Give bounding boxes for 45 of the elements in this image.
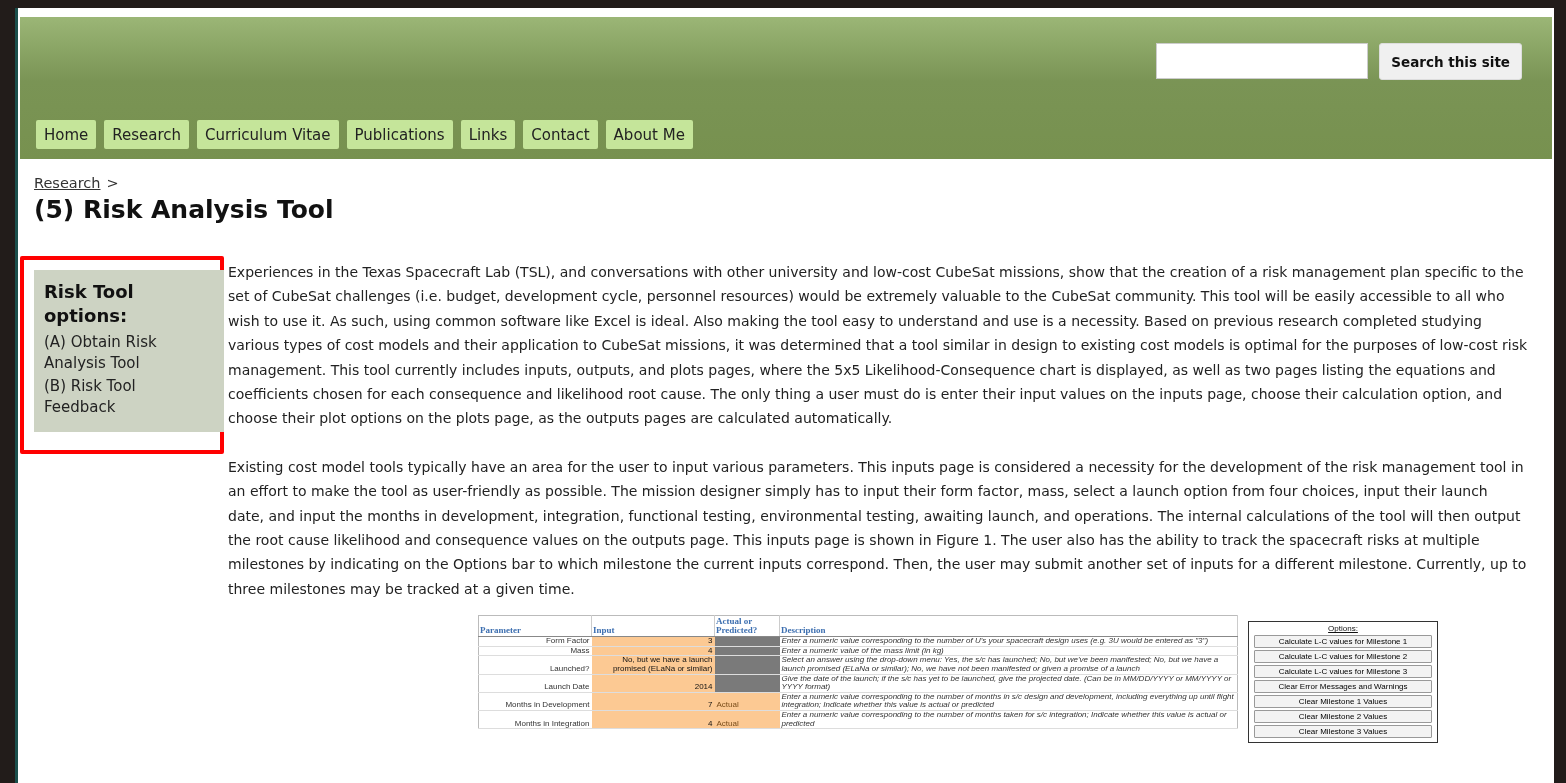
body-paragraph: Experiences in the Texas Spacecraft Lab (TSL), and conversations with other university and low-cost CubeSat missions, show that the creation of a risk management plan specific to the set of CubeSat challenges (i.e. budget, development cycle, personnel resources) would be extremely valuable to the CubeSat community. This tool will be easily accessible to all who wish to use it. As such, using common software like Excel is ideal. Also making the tool easy to understand and use is a necessity. Based on previous research completed studying various types of cost models and their application to CubeSat missions, it was determined that a tool similar in design to existing cost models is optimal for the purposes of low-cost risk management. This tool currently includes inputs, outputs, and plots pages, where the 5x5 Likelihood-Consequence chart is displayed, as well as two pages listing the equations and coefficients chosen for each consequence and likelihood root cause. The only thing a user must do is enter their input values on the inputs page, choose their calculation option, and choose their plot options on the plots page, as the outputs pages are calculated automatically. <box>228 263 1528 429</box>
nav-tab[interactable]: Links <box>460 120 516 149</box>
table-cell: Enter a numeric value of the mass limit (in kg) <box>779 646 1238 656</box>
table-cell: Months in Development <box>478 692 592 711</box>
column-header: Input <box>591 615 715 637</box>
sidebar-link[interactable]: (B) Risk Tool Feedback <box>44 376 188 418</box>
option-button[interactable]: Calculate L-C values for Milestone 1 <box>1254 635 1432 649</box>
search-field[interactable] <box>1156 43 1369 79</box>
option-button[interactable]: Calculate L-C values for Milestone 2 <box>1254 650 1432 664</box>
option-button[interactable]: Clear Milestone 1 Values <box>1254 695 1432 709</box>
table-cell: 3 <box>591 636 715 647</box>
table-cell: Select an answer using the drop-down menu: Yes, the s/c has launched; No, but we've been manifested; No, but we have a launch promised (ELaNa or similar); No, we have not been manifested or given a promise of a launch <box>779 655 1238 675</box>
breadcrumb-link[interactable]: Research <box>34 175 101 191</box>
column-header: Description <box>779 615 1238 637</box>
table-cell: 4 <box>591 646 715 656</box>
nav-tab[interactable]: Research <box>104 120 190 149</box>
disabled-cell <box>714 636 780 647</box>
sidebar-heading: Risk Tool options: <box>44 280 135 328</box>
table-cell: Launch Date <box>478 674 592 693</box>
table-cell: Give the date of the launch; if the s/c has yet to be launched, give the projected date. (Can be in MM/DD/YYYY or MM/YYYY or YYYY format) <box>779 674 1238 693</box>
table-cell: Enter a numeric value corresponding to the number of months taken for s/c integration; Indicate whether this value is actual or predicted <box>779 710 1238 729</box>
sidebar-link[interactable]: (A) Obtain Risk Analysis Tool <box>44 332 188 374</box>
table-cell: Enter a numeric value corresponding to the number of months in s/c design and development, including everything up until flight integration; Indicate whether this value is actual or predicted <box>779 692 1238 711</box>
body-paragraph: Existing cost model tools typically have an area for the user to input various parameters. This inputs page is considered a necessity for the development of the risk management tool in an effort to make the tool as user-friendly as possible. The mission designer simply has to input their form factor, mass, select a launch option from four choices, input their launch date, and input the months in development, integration, functional testing, environmental testing, awaiting launch, and operations. The internal calculations of the tool will then output the root cause likelihood and consequence values on the outputs page. This inputs page is shown in Figure 1. The user also has the ability to track the spacecraft risks at multiple milestones by indicating on the Options bar to which milestone the current inputs correspond. Then, the user may submit another set of inputs for a different milestone. Currently, up to three milestones may be tracked at a given time. <box>228 457 1528 599</box>
nav-tab[interactable]: Home <box>36 120 97 149</box>
nav-tab[interactable]: Curriculum Vitae <box>197 120 339 149</box>
page-title: (5) Risk Analysis Tool <box>34 195 335 224</box>
option-button[interactable]: Clear Milestone 2 Values <box>1254 710 1432 724</box>
nav-tab[interactable]: Contact <box>523 120 598 149</box>
disabled-cell <box>714 646 780 656</box>
nav-tab[interactable]: About Me <box>605 120 693 149</box>
column-header: Parameter <box>478 615 592 637</box>
options-title: Options: <box>1327 624 1359 634</box>
option-button[interactable]: Clear Milestone 3 Values <box>1254 725 1432 739</box>
table-cell: Enter a numeric value corresponding to the number of U's your spacecraft design uses (e.g. 3U would be entered as "3") <box>779 636 1238 647</box>
option-button[interactable]: Calculate L-C values for Milestone 3 <box>1254 665 1432 679</box>
option-button[interactable]: Clear Error Messages and Warnings <box>1254 680 1432 694</box>
breadcrumb-separator: > <box>106 175 119 191</box>
nav-tab[interactable]: Publications <box>346 120 453 149</box>
column-header: Actual or Predicted? <box>714 615 780 637</box>
table-cell: Mass <box>478 646 592 656</box>
table-cell: Form Factor <box>478 636 592 647</box>
table-cell: Launched? <box>478 655 592 675</box>
table-cell: Months in Integration <box>478 710 592 729</box>
search-button[interactable]: Search this site <box>1379 43 1522 80</box>
